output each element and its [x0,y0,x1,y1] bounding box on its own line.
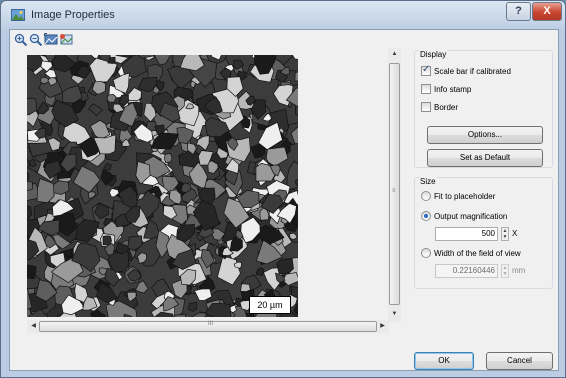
options-button[interactable]: Options... [427,126,543,144]
display-group-title: Display [419,50,448,59]
zoom-out-icon[interactable] [29,33,43,46]
vertical-grip-icon: ≡ [392,188,396,194]
scale-bar-option[interactable]: Scale bar if calibrated [421,64,511,77]
image-preview-pane: 20 µm [20,48,390,334]
zoom-in-icon[interactable] [14,33,28,46]
micrograph-image[interactable]: 20 µm [27,55,298,317]
width-of-field-option[interactable]: Width of the field of view [421,247,521,259]
scroll-down-arrow-icon[interactable]: ▼ [388,308,401,321]
output-magnification-option[interactable]: Output magnification [421,210,507,222]
spin-down-icon[interactable]: ▼ [502,234,508,240]
width-of-field-radio[interactable] [421,248,431,258]
display-group: Display Scale bar if calibrated Info sta… [414,50,553,168]
spin-down-icon[interactable]: ▼ [502,271,508,277]
width-of-field-label: Width of the field of view [434,248,521,258]
image-app-icon [11,9,25,21]
dialog-body: 20 µm ▲ ≡ ▼ ◀ III ▶ Display Scale bar if… [9,29,559,371]
border-checkbox-label: Border [434,102,459,112]
grain-texture [163,153,173,163]
window-title: Image Properties [31,9,115,21]
grain-texture [27,181,33,192]
grain-texture [27,264,37,280]
vertical-scrollbar[interactable]: ▲ ≡ ▼ [388,48,401,322]
fit-to-placeholder-option[interactable]: Fit to placeholder [421,190,495,202]
width-of-field-spinner[interactable]: ▲ ▼ [501,264,509,278]
magnification-unit: X [512,229,518,238]
scroll-right-arrow-icon[interactable]: ▶ [376,320,389,333]
help-icon: ? [515,5,522,17]
size-group: Size Fit to placeholder Output magnifica… [414,177,553,289]
border-option[interactable]: Border [421,101,458,113]
info-stamp-option[interactable]: Info stamp [421,83,471,95]
border-checkbox[interactable] [421,102,431,112]
horizontal-scrollbar[interactable]: ◀ III ▶ [27,320,389,333]
scale-bar: 20 µm [249,296,291,314]
grain-texture [240,283,251,292]
fit-to-placeholder-label: Fit to placeholder [434,191,496,201]
fit-to-placeholder-radio[interactable] [421,191,431,201]
image-refresh-icon[interactable] [59,33,73,46]
close-button[interactable]: X [532,2,562,21]
grain-texture [276,258,294,275]
scale-bar-checkbox[interactable] [421,64,431,76]
fit-image-icon[interactable] [44,33,58,46]
close-icon: X [543,5,551,17]
metallographic-image [27,55,298,317]
output-magnification-label: Output magnification [434,211,508,221]
size-group-title: Size [419,177,437,186]
output-magnification-radio[interactable] [421,211,431,221]
title-bar[interactable]: Image Properties ? X [1,1,565,29]
cancel-button[interactable]: Cancel [486,352,553,370]
grain-texture [187,301,198,312]
info-stamp-checkbox-label: Info stamp [434,84,472,94]
vertical-scroll-thumb[interactable]: ≡ [389,63,400,305]
width-unit: mm [512,266,526,275]
horizontal-scroll-thumb[interactable]: III [39,321,377,332]
scroll-up-arrow-icon[interactable]: ▲ [388,48,401,61]
horizontal-grip-icon: III [208,321,214,327]
width-of-field-input[interactable]: 0.22160446 [435,264,498,278]
output-magnification-input[interactable]: 500 [435,227,498,241]
set-as-default-button[interactable]: Set as Default [427,149,543,167]
ok-button[interactable]: OK [414,352,474,370]
help-button[interactable]: ? [506,2,531,21]
output-magnification-spinner[interactable]: ▲ ▼ [501,227,509,241]
image-properties-window: Image Properties ? X 20 µm ▲ ≡ ▼ ◀ III ▶… [0,0,566,378]
scale-bar-checkbox-label: Scale bar if calibrated [434,66,511,76]
info-stamp-checkbox[interactable] [421,84,431,94]
